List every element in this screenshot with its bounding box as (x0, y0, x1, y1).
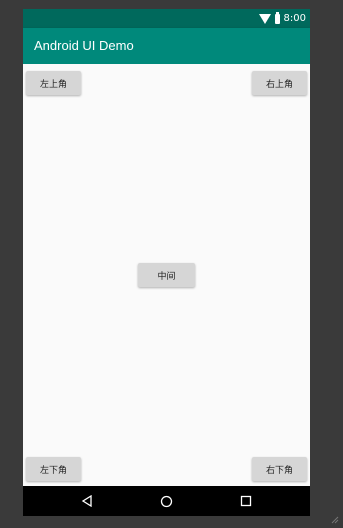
home-icon (160, 495, 173, 507)
top-left-button[interactable]: 左上角 (26, 71, 81, 95)
bottom-left-button[interactable]: 左下角 (26, 457, 81, 481)
bottom-right-button[interactable]: 右下角 (252, 457, 307, 481)
recents-button[interactable] (234, 489, 258, 513)
wifi-icon (258, 13, 271, 24)
status-time: 8:00 (283, 13, 306, 24)
recents-icon (240, 495, 252, 507)
resize-handle-icon[interactable] (329, 514, 339, 524)
back-icon (81, 495, 92, 507)
back-button[interactable] (75, 489, 99, 513)
home-button[interactable] (154, 489, 178, 513)
app-title: Android UI Demo (34, 38, 134, 53)
top-right-button[interactable]: 右上角 (252, 71, 307, 95)
device-screen: 8:00 Android UI Demo 左上角 右上角 中间 左下角 右下角 (23, 9, 310, 516)
status-icons: 8:00 (258, 9, 306, 28)
status-bar: 8:00 (23, 9, 310, 28)
navigation-bar (23, 486, 310, 516)
center-button[interactable]: 中间 (138, 263, 195, 287)
content-area: 左上角 右上角 中间 左下角 右下角 (23, 64, 310, 486)
app-bar: Android UI Demo (23, 28, 310, 64)
battery-icon (274, 11, 280, 24)
